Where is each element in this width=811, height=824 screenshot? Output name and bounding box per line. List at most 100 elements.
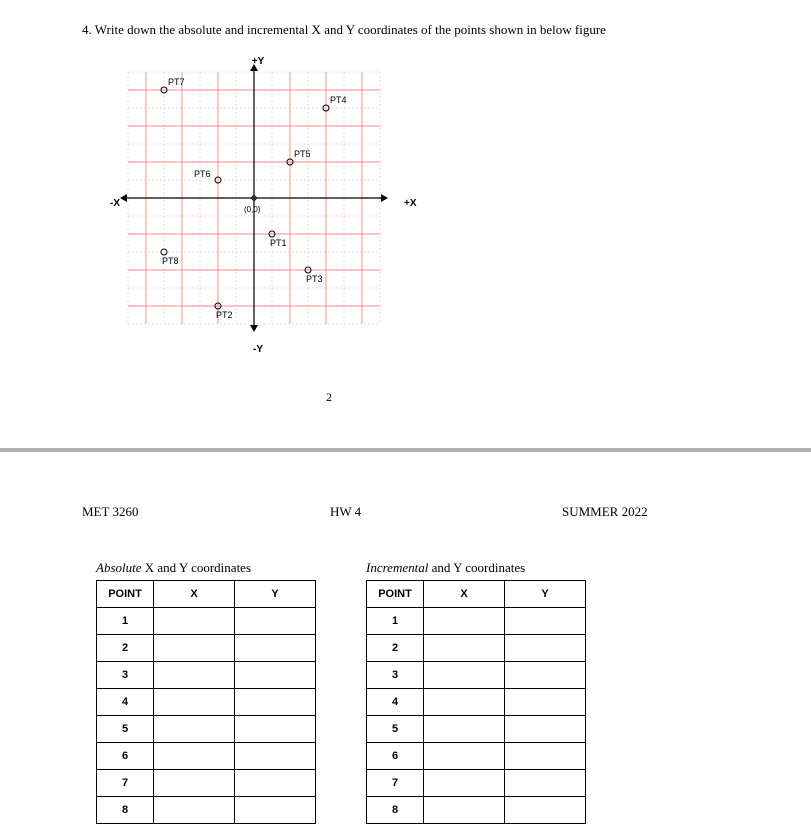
tables-row: Absolute X and Y coordinates POINT X Y 1…	[96, 560, 586, 824]
inc-point-cell: 3	[367, 662, 424, 689]
axis-label-neg-y: -Y	[253, 344, 263, 355]
abs-col-x: X	[154, 581, 235, 608]
abs-y-cell	[235, 797, 316, 824]
inc-col-x: X	[424, 581, 505, 608]
abs-x-cell	[154, 662, 235, 689]
abs-x-cell	[154, 716, 235, 743]
abs-title-rest: X and Y coordinates	[142, 560, 252, 575]
axis-label-pos-y: +Y	[252, 56, 265, 67]
table-row: 1	[367, 608, 586, 635]
inc-y-cell	[505, 797, 586, 824]
page-1: 4. Write down the absolute and increment…	[0, 0, 811, 452]
abs-y-cell	[235, 743, 316, 770]
abs-point-cell: 7	[97, 770, 154, 797]
axis-label-pos-x: +X	[404, 198, 417, 209]
table-row: 3	[367, 662, 586, 689]
table-row: 4	[97, 689, 316, 716]
abs-point-cell: 5	[97, 716, 154, 743]
table-row: 8	[367, 797, 586, 824]
course-code: MET 3260	[82, 504, 138, 520]
inc-point-cell: 5	[367, 716, 424, 743]
page-2: MET 3260 HW 4 SUMMER 2022 Absolute X and…	[0, 452, 811, 504]
inc-x-cell	[424, 770, 505, 797]
inc-title-italic: Incremental	[366, 560, 428, 575]
inc-x-cell	[424, 635, 505, 662]
table-row: 5	[367, 716, 586, 743]
point-label-pt5: PT5	[294, 149, 311, 159]
inc-y-cell	[505, 770, 586, 797]
point-label-pt1: PT1	[270, 238, 287, 248]
abs-col-y: Y	[235, 581, 316, 608]
abs-x-cell	[154, 743, 235, 770]
absolute-table-title: Absolute X and Y coordinates	[96, 560, 316, 576]
abs-point-cell: 2	[97, 635, 154, 662]
inc-x-cell	[424, 743, 505, 770]
inc-y-cell	[505, 743, 586, 770]
abs-y-cell	[235, 770, 316, 797]
table-row: 3	[97, 662, 316, 689]
point-label-pt7: PT7	[168, 77, 185, 87]
abs-point-cell: 1	[97, 608, 154, 635]
table-row: 6	[97, 743, 316, 770]
coordinate-figure: PT7 PT4 PT5 PT6 PT1 PT8 PT3 PT2 +Y -Y +X -X (0,…	[108, 52, 418, 362]
incremental-table-title: Incremental and Y coordinates	[366, 560, 586, 576]
abs-x-cell	[154, 608, 235, 635]
inc-col-point: POINT	[367, 581, 424, 608]
incremental-table: POINT X Y 12345678	[366, 580, 586, 824]
point-label-pt2: PT2	[216, 310, 233, 320]
inc-x-cell	[424, 689, 505, 716]
origin-label: (0,0)	[244, 205, 261, 214]
table-row: 8	[97, 797, 316, 824]
inc-y-cell	[505, 662, 586, 689]
abs-y-cell	[235, 689, 316, 716]
inc-title-rest: and Y coordinates	[428, 560, 525, 575]
point-label-pt3: PT3	[306, 274, 323, 284]
abs-x-cell	[154, 689, 235, 716]
inc-point-cell: 2	[367, 635, 424, 662]
abs-x-cell	[154, 797, 235, 824]
abs-y-cell	[235, 662, 316, 689]
inc-x-cell	[424, 608, 505, 635]
inc-point-cell: 8	[367, 797, 424, 824]
inc-point-cell: 1	[367, 608, 424, 635]
page-number: 2	[326, 390, 332, 405]
abs-col-point: POINT	[97, 581, 154, 608]
point-label-pt8: PT8	[162, 256, 179, 266]
abs-point-cell: 8	[97, 797, 154, 824]
inc-point-cell: 6	[367, 743, 424, 770]
hw-number: HW 4	[330, 504, 361, 520]
axis-label-neg-x: -X	[110, 198, 120, 209]
grid-svg: PT7 PT4 PT5 PT6 PT1 PT8 PT3 PT2 +Y -Y +X -X (0,…	[108, 52, 418, 362]
table-row: 2	[367, 635, 586, 662]
absolute-table-block: Absolute X and Y coordinates POINT X Y 1…	[96, 560, 316, 824]
abs-y-cell	[235, 608, 316, 635]
abs-x-cell	[154, 635, 235, 662]
inc-x-cell	[424, 797, 505, 824]
absolute-table: POINT X Y 12345678	[96, 580, 316, 824]
abs-x-cell	[154, 770, 235, 797]
question-text: 4. Write down the absolute and increment…	[82, 22, 606, 38]
table-row: 2	[97, 635, 316, 662]
abs-point-cell: 6	[97, 743, 154, 770]
table-row: 7	[97, 770, 316, 797]
inc-y-cell	[505, 608, 586, 635]
point-label-pt4: PT4	[330, 95, 347, 105]
abs-title-italic: Absolute	[96, 560, 142, 575]
table-row: 5	[97, 716, 316, 743]
abs-y-cell	[235, 635, 316, 662]
abs-point-cell: 3	[97, 662, 154, 689]
table-row: 4	[367, 689, 586, 716]
point-label-pt6: PT6	[194, 169, 211, 179]
table-row: 6	[367, 743, 586, 770]
inc-point-cell: 7	[367, 770, 424, 797]
inc-y-cell	[505, 635, 586, 662]
inc-x-cell	[424, 716, 505, 743]
table-row: 7	[367, 770, 586, 797]
inc-x-cell	[424, 662, 505, 689]
term: SUMMER 2022	[562, 504, 648, 520]
inc-y-cell	[505, 689, 586, 716]
inc-point-cell: 4	[367, 689, 424, 716]
inc-y-cell	[505, 716, 586, 743]
abs-y-cell	[235, 716, 316, 743]
inc-col-y: Y	[505, 581, 586, 608]
